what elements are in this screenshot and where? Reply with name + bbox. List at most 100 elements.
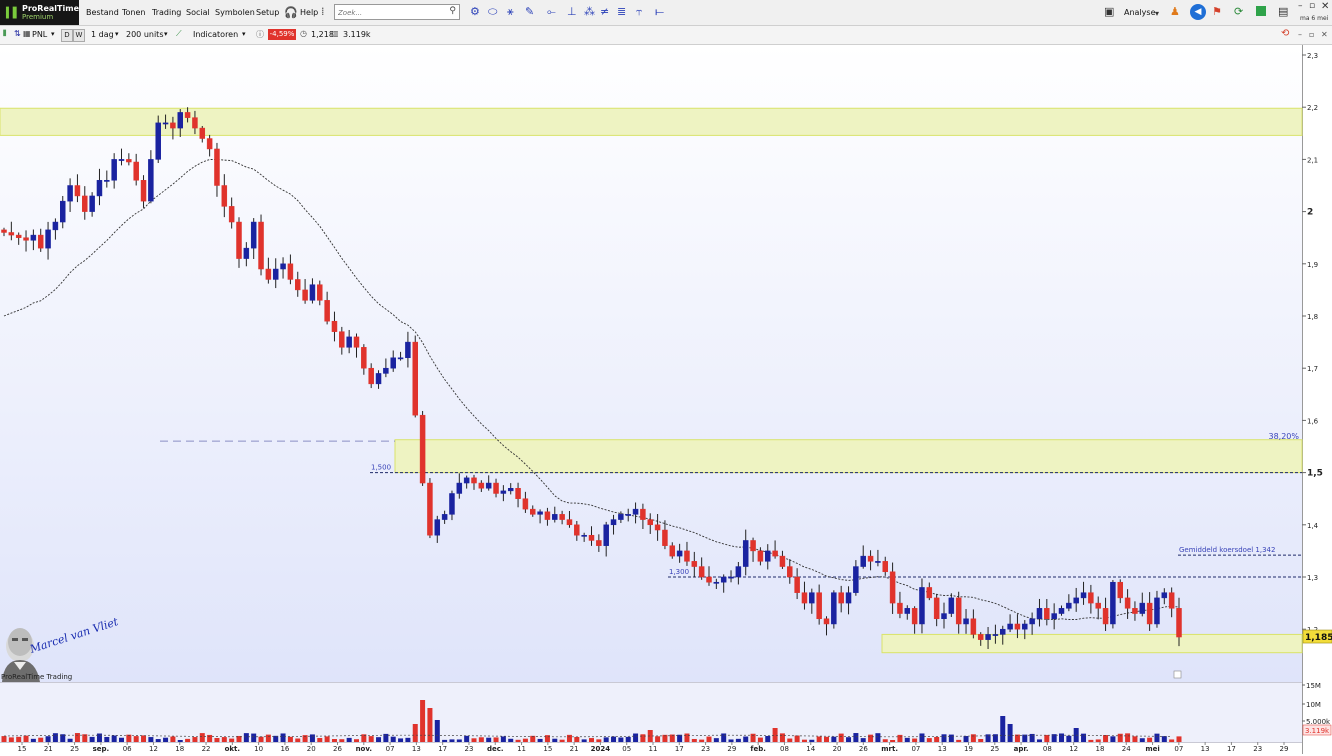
candle-body: [15, 234, 22, 238]
analyse-menu[interactable]: Analyse: [1124, 8, 1156, 17]
x-tick-label: 23: [1253, 745, 1262, 753]
ellipse-tool-icon[interactable]: ⬭: [488, 5, 497, 19]
volume-bar: [875, 733, 881, 742]
volume-bar: [868, 734, 874, 742]
event-marker-icon[interactable]: [1173, 670, 1182, 679]
y-tick-label: 2,3: [1307, 52, 1318, 60]
ticker-label[interactable]: PNL: [32, 30, 47, 39]
candle-body: [941, 613, 947, 620]
x-tick-label: 16: [280, 745, 289, 753]
volume-bar: [207, 734, 213, 742]
chevron-down-icon[interactable]: ▾: [1155, 7, 1159, 21]
indicators-chevron-icon[interactable]: ▾: [242, 30, 246, 38]
chart-type-icon[interactable]: ⫴: [3, 29, 6, 39]
volume-bar: [589, 738, 594, 742]
info-icon[interactable]: ⓘ: [256, 29, 264, 40]
candle-body: [192, 117, 198, 129]
volume-bar: [522, 738, 528, 742]
volume-bar: [133, 736, 139, 742]
alert-icon[interactable]: ♟: [1170, 5, 1180, 19]
arrow-tool-icon[interactable]: ⟝: [655, 5, 664, 19]
candle-body: [118, 159, 125, 161]
fib-tool-icon[interactable]: ⁂: [584, 5, 595, 19]
draw-tool-icon[interactable]: ⚙: [470, 5, 480, 19]
candle-body: [867, 555, 874, 562]
menu-setup[interactable]: Setup: [256, 8, 279, 17]
search-icon[interactable]: ⚲: [449, 6, 456, 16]
candle-body: [250, 221, 257, 249]
close-icon[interactable]: ✕: [1321, 1, 1329, 12]
search-input[interactable]: [335, 5, 446, 20]
menu-trading[interactable]: Trading: [152, 8, 181, 17]
menu-help[interactable]: Help: [300, 8, 318, 17]
save-icon[interactable]: ▣: [1104, 5, 1114, 19]
volume-bar: [655, 736, 661, 742]
candle-body: [206, 138, 213, 150]
layout-icon[interactable]: ▤: [1278, 5, 1288, 19]
units-select[interactable]: 200 units: [126, 30, 163, 39]
candle-body: [632, 508, 639, 515]
chart-minimize-icon[interactable]: –: [1298, 30, 1302, 39]
maximize-icon[interactable]: ▫: [1309, 1, 1315, 11]
status-green-icon[interactable]: [1256, 6, 1266, 16]
x-tick-label: 11: [649, 745, 658, 753]
menu-symbolen[interactable]: Symbolen: [215, 8, 255, 17]
sound-icon[interactable]: ◀: [1190, 4, 1206, 20]
headset-icon[interactable]: 🎧: [284, 6, 298, 20]
menu-social[interactable]: Social: [186, 8, 210, 17]
candle-body: [1058, 608, 1065, 614]
volume-bar: [317, 738, 323, 742]
search-box[interactable]: ⚲: [334, 4, 460, 20]
candle-body: [339, 331, 345, 348]
pattern-tool-icon[interactable]: ⚹: [507, 5, 514, 19]
chart-close-icon[interactable]: ✕: [1321, 30, 1328, 39]
candle-body: [596, 540, 602, 546]
units-chevron-icon[interactable]: ▾: [164, 30, 168, 38]
channel-tool-icon[interactable]: ≠: [600, 5, 609, 19]
weekly-button[interactable]: W: [73, 29, 85, 42]
refresh-icon[interactable]: ⟲: [1281, 28, 1289, 39]
x-tick-label: sep.: [93, 745, 110, 753]
candle-body: [603, 524, 609, 546]
candle-body: [618, 514, 624, 520]
notifications-icon[interactable]: ⚑: [1212, 5, 1222, 19]
ticker-chevron-icon[interactable]: ▾: [51, 30, 55, 38]
link-icon[interactable]: ⇅: [14, 29, 21, 38]
menu-bestand[interactable]: Bestand: [86, 8, 119, 17]
indicators-button[interactable]: Indicatoren: [193, 30, 238, 39]
support-resistance-zone: [394, 439, 1303, 474]
daily-button[interactable]: D: [61, 29, 73, 42]
app-logo: ▍▌ ProRealTime Premium: [0, 0, 79, 25]
volume-bar: [376, 737, 382, 742]
top-toolbar: ▍▌ ProRealTime Premium Bestand Tonen Tra…: [0, 0, 1332, 26]
menu-tonen[interactable]: Tonen: [122, 8, 145, 17]
candle-body: [588, 534, 595, 541]
period-select[interactable]: 1 dag: [91, 30, 114, 39]
fan-tool-icon[interactable]: ≣: [617, 5, 626, 19]
change-badge: -4,59%: [268, 29, 296, 40]
line-tool-icon[interactable]: ⟜: [547, 5, 556, 19]
volume-bar: [1110, 736, 1116, 742]
candle-body: [368, 367, 374, 385]
text-tool-icon[interactable]: ⥾: [636, 5, 642, 19]
chart-restore-icon[interactable]: ▫: [1309, 30, 1314, 39]
hline-tool-icon[interactable]: ⊥: [567, 5, 577, 19]
volume-bar: [1147, 737, 1153, 742]
volume-bar: [515, 739, 521, 742]
volume-bar: [104, 736, 110, 742]
volume-bar: [963, 736, 969, 742]
sync-icon[interactable]: ⟳: [1234, 5, 1243, 19]
candle-body: [904, 608, 911, 614]
drag-handle-icon[interactable]: ⁞: [321, 5, 325, 19]
chart-canvas[interactable]: 38,20% 1,500 1,300 Gemiddeld koersdoel 1,34…: [0, 45, 1332, 754]
ruler-tool-icon[interactable]: ✎: [525, 5, 534, 19]
candle-body: [309, 284, 316, 301]
price-chart[interactable]: 38,20% 1,500 1,300 Gemiddeld koersdoel 1,34…: [0, 45, 1332, 754]
minimize-icon[interactable]: –: [1298, 1, 1303, 11]
volume-bar: [398, 738, 404, 742]
candle-body: [977, 634, 984, 640]
candle-body: [559, 514, 565, 520]
period-chevron-icon[interactable]: ▾: [115, 30, 119, 38]
indicators-icon[interactable]: ⟋: [176, 29, 182, 39]
candle-body: [30, 234, 37, 241]
